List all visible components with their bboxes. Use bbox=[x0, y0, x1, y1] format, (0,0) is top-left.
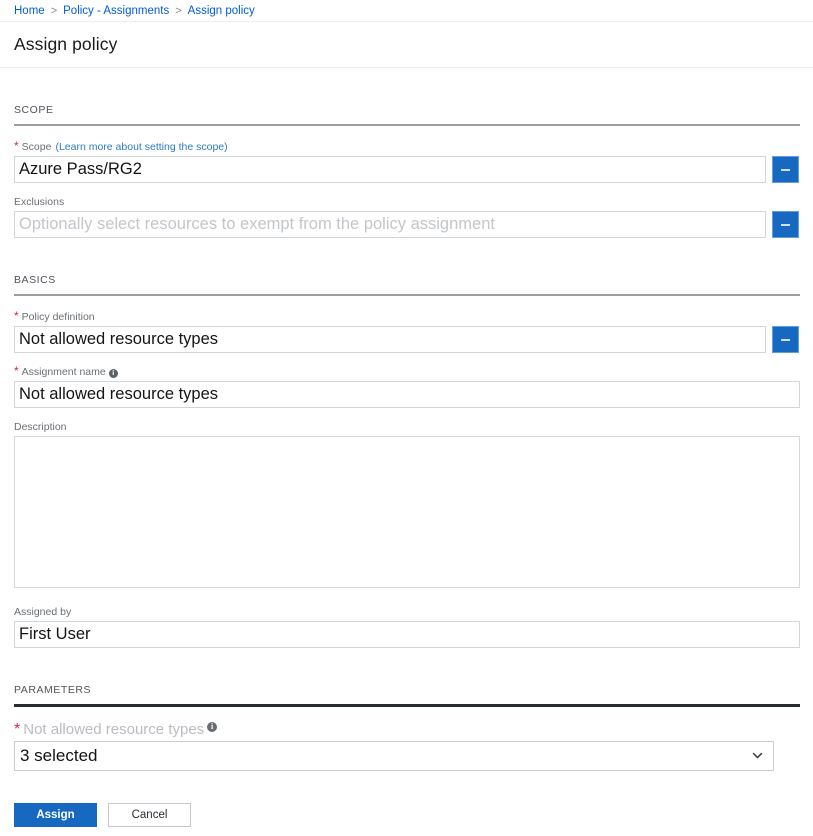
required-marker: * bbox=[14, 366, 19, 376]
learn-more-link[interactable]: (Learn more about setting the scope) bbox=[55, 140, 227, 154]
assign-button[interactable]: Assign bbox=[14, 803, 97, 827]
section-heading-parameters: PARAMETERS bbox=[14, 684, 799, 696]
scope-picker-button[interactable] bbox=[772, 156, 799, 183]
breadcrumb-item-home[interactable]: Home bbox=[14, 5, 45, 17]
label-scope-text: Scope bbox=[22, 140, 52, 154]
section-divider-parameters bbox=[14, 704, 800, 707]
label-description: Description bbox=[14, 420, 799, 434]
exclusions-input[interactable] bbox=[14, 211, 766, 238]
label-scope: * Scope (Learn more about setting the sc… bbox=[14, 140, 799, 154]
field-policy-definition: * Policy definition bbox=[14, 310, 799, 353]
section-heading-scope: SCOPE bbox=[14, 104, 799, 116]
label-policy-definition: * Policy definition bbox=[14, 310, 799, 324]
policy-definition-input[interactable] bbox=[14, 326, 766, 353]
label-exclusions-text: Exclusions bbox=[14, 195, 64, 209]
label-exclusions: Exclusions bbox=[14, 195, 799, 209]
description-textarea[interactable] bbox=[14, 436, 800, 588]
breadcrumb: Home > Policy - Assignments > Assign pol… bbox=[0, 0, 813, 22]
assignment-name-input[interactable] bbox=[14, 381, 800, 408]
assigned-by-input[interactable] bbox=[14, 621, 800, 648]
page-title: Assign policy bbox=[14, 34, 117, 55]
cancel-button[interactable]: Cancel bbox=[108, 803, 191, 827]
breadcrumb-item-assign-policy[interactable]: Assign policy bbox=[188, 5, 255, 17]
scope-input[interactable] bbox=[14, 156, 766, 183]
label-assigned-by-text: Assigned by bbox=[14, 605, 71, 619]
label-policy-definition-text: Policy definition bbox=[22, 310, 95, 324]
required-marker: * bbox=[14, 141, 19, 151]
field-description: Description bbox=[14, 420, 799, 593]
label-assignment-name-text: Assignment name bbox=[22, 365, 106, 379]
field-not-allowed-resource-types: * Not allowed resource types i bbox=[14, 721, 799, 771]
ellipsis-icon bbox=[781, 339, 790, 341]
field-assigned-by: Assigned by bbox=[14, 605, 799, 648]
label-assigned-by: Assigned by bbox=[14, 605, 799, 619]
required-marker: * bbox=[14, 311, 19, 321]
field-scope: * Scope (Learn more about setting the sc… bbox=[14, 140, 799, 183]
ellipsis-icon bbox=[781, 224, 790, 226]
info-icon[interactable]: i bbox=[207, 722, 217, 732]
label-assignment-name: * Assignment name i bbox=[14, 365, 799, 379]
field-exclusions: Exclusions bbox=[14, 195, 799, 238]
assign-policy-form: SCOPE * Scope (Learn more about setting … bbox=[0, 104, 813, 771]
breadcrumb-separator-icon: > bbox=[51, 5, 57, 17]
info-icon[interactable]: i bbox=[109, 369, 118, 378]
ellipsis-icon bbox=[781, 169, 790, 171]
section-heading-basics: BASICS bbox=[14, 274, 799, 286]
breadcrumb-item-policy-assignments[interactable]: Policy - Assignments bbox=[63, 5, 169, 17]
not-allowed-resource-types-select[interactable] bbox=[14, 741, 774, 771]
section-divider-scope bbox=[14, 124, 800, 126]
page-header: Assign policy bbox=[0, 22, 813, 68]
required-marker: * bbox=[14, 725, 20, 735]
label-description-text: Description bbox=[14, 420, 67, 434]
breadcrumb-separator-icon: > bbox=[175, 5, 181, 17]
not-allowed-resource-types-select-wrap bbox=[14, 741, 774, 771]
section-divider-basics bbox=[14, 294, 800, 296]
field-assignment-name: * Assignment name i bbox=[14, 365, 799, 408]
form-actions: Assign Cancel bbox=[14, 803, 191, 827]
label-not-allowed-resource-types-text: Not allowed resource types bbox=[23, 721, 204, 738]
exclusions-picker-button[interactable] bbox=[772, 211, 799, 238]
label-not-allowed-resource-types: * Not allowed resource types i bbox=[14, 721, 799, 738]
policy-definition-picker-button[interactable] bbox=[772, 326, 799, 353]
